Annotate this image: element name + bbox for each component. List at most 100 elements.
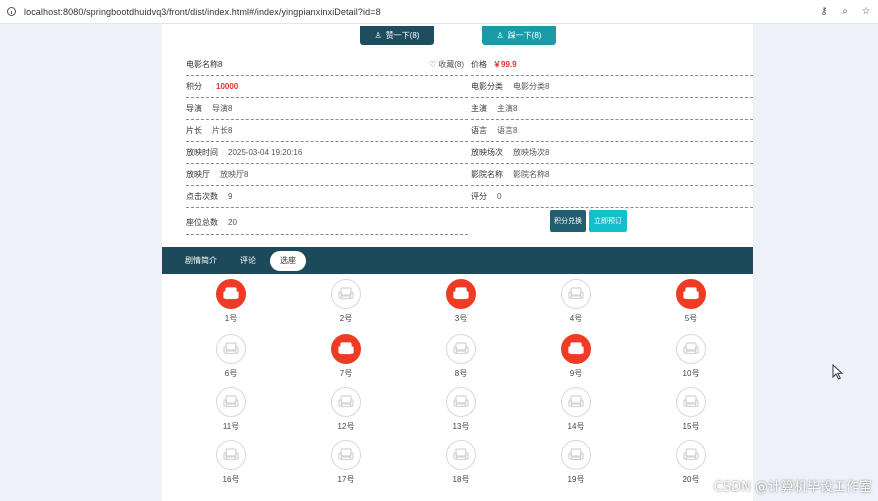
seat[interactable]: 20号 (671, 440, 711, 486)
seat[interactable]: 14号 (556, 387, 596, 433)
info-row-price: 价格 ￥99.9 (471, 54, 753, 76)
cast-label: 主演 (471, 104, 487, 113)
detail-tabs: 剧情简介 评论 选座 (162, 247, 753, 274)
url-field[interactable]: localhost:8080/springbootdhuidvq3/front/… (24, 7, 381, 17)
seat[interactable]: 10号 (671, 334, 711, 380)
watermark: CSDN @计算机毕设工作室 (713, 480, 872, 495)
seat-label: 19号 (567, 475, 585, 484)
favorite-button[interactable]: ♡ 收藏(8) (429, 59, 464, 70)
thumbs-up-icon: ♙ (374, 31, 382, 40)
site-info-icon[interactable] (7, 7, 16, 16)
seat[interactable]: 18号 (441, 440, 481, 486)
detail-page: ♙ 赞一下(8) ♙ 踩一下(8) 电影名称8 ♡ 收藏(8) 积分 10000… (162, 24, 753, 501)
seat-icon (561, 440, 591, 470)
seat-label: 14号 (567, 422, 585, 431)
info-row-movie-name: 电影名称8 ♡ 收藏(8) (186, 54, 468, 76)
seat[interactable]: 1号 (211, 279, 251, 325)
seat-icon (446, 334, 476, 364)
browser-address-bar: localhost:8080/springbootdhuidvq3/front/… (0, 0, 878, 24)
cinema-value: 影院名称8 (513, 170, 550, 179)
seat[interactable]: 4号 (556, 279, 596, 325)
seat-label: 20号 (682, 475, 700, 484)
key-icon[interactable]: ⚷ (818, 5, 830, 18)
seat-label: 8号 (454, 369, 468, 378)
category-label: 电影分类 (471, 82, 503, 91)
seat-icon (216, 440, 246, 470)
movie-name: 电影名称8 (186, 60, 223, 69)
heart-icon: ♡ (429, 60, 437, 69)
seat-icon (446, 387, 476, 417)
thumbs-up-button[interactable]: ♙ 赞一下(8) (360, 26, 434, 45)
seat[interactable]: 13号 (441, 387, 481, 433)
seat[interactable]: 16号 (211, 440, 251, 486)
session-label: 放映场次 (471, 148, 503, 157)
showtime-label: 放映时间 (186, 148, 218, 157)
seat[interactable]: 8号 (441, 334, 481, 380)
seat-label: 16号 (222, 475, 240, 484)
zoom-icon[interactable]: ⌕ (839, 5, 851, 18)
seat[interactable]: 11号 (211, 387, 251, 433)
book-now-button[interactable]: 立即预订 (589, 210, 627, 232)
thumbs-down-icon: ♙ (496, 31, 504, 40)
seat-label: 5号 (684, 314, 698, 323)
seat[interactable]: 3号 (441, 279, 481, 325)
seat[interactable]: 12号 (326, 387, 366, 433)
points-value: 10000 (216, 82, 239, 91)
showtime-value: 2025-03-04 19:20:16 (228, 148, 303, 157)
director-label: 导演 (186, 104, 202, 113)
thumbs-down-button[interactable]: ♙ 踩一下(8) (482, 26, 556, 45)
tab-comments[interactable]: 评论 (238, 251, 258, 271)
seat[interactable]: 17号 (326, 440, 366, 486)
seat[interactable]: 7号 (326, 334, 366, 380)
points-label: 积分 (186, 82, 202, 91)
rating-label: 评分 (471, 192, 487, 201)
seat-icon (216, 279, 246, 309)
seat-label: 2号 (339, 314, 353, 323)
seat-label: 18号 (452, 475, 470, 484)
seat[interactable]: 5号 (671, 279, 711, 325)
seat-label: 15号 (682, 422, 700, 431)
seat-icon (676, 387, 706, 417)
seat[interactable]: 6号 (211, 334, 251, 380)
seat[interactable]: 2号 (326, 279, 366, 325)
hall-label: 放映厅 (186, 170, 210, 179)
seat-label: 11号 (222, 422, 240, 431)
points-exchange-button[interactable]: 积分兑换 (550, 210, 586, 232)
star-icon[interactable]: ☆ (860, 5, 872, 18)
seat-label: 7号 (339, 369, 353, 378)
cinema-label: 影院名称 (471, 170, 503, 179)
info-row-director: 导演 导演8 (186, 98, 468, 120)
info-row-category: 电影分类 电影分类8 (471, 76, 753, 98)
info-row-hall: 放映厅 放映厅8 (186, 164, 468, 186)
seat[interactable]: 19号 (556, 440, 596, 486)
info-row-showtime: 放映时间 2025-03-04 19:20:16 (186, 142, 468, 164)
seat-label: 13号 (452, 422, 470, 431)
seat-icon (446, 279, 476, 309)
seat-icon (561, 334, 591, 364)
thumbs-up-label: 赞一下(8) (385, 31, 420, 40)
seat-icon (216, 387, 246, 417)
info-row-rating: 评分 0 (471, 186, 753, 208)
seat-icon (676, 440, 706, 470)
seat-icon (331, 334, 361, 364)
seat-icon (446, 440, 476, 470)
seat-label: 4号 (569, 314, 583, 323)
seat[interactable]: 15号 (671, 387, 711, 433)
seat-label: 3号 (454, 314, 468, 323)
seat[interactable]: 9号 (556, 334, 596, 380)
info-row-cast: 主演 主演8 (471, 98, 753, 120)
clicks-value: 9 (228, 192, 233, 201)
duration-value: 片长8 (212, 126, 233, 135)
cast-value: 主演8 (497, 104, 518, 113)
info-row-seat-total: 座位总数 20 (186, 210, 468, 235)
tab-synopsis[interactable]: 剧情简介 (184, 251, 218, 271)
seat-label: 9号 (569, 369, 583, 378)
info-row-duration: 片长 片长8 (186, 120, 468, 142)
info-row-cinema: 影院名称 影院名称8 (471, 164, 753, 186)
tab-seat-selection[interactable]: 选座 (270, 250, 306, 271)
price-value: ￥99.9 (493, 60, 517, 69)
hall-value: 放映厅8 (220, 170, 249, 179)
seat-icon (676, 279, 706, 309)
seat-icon (331, 279, 361, 309)
seat-icon (676, 334, 706, 364)
